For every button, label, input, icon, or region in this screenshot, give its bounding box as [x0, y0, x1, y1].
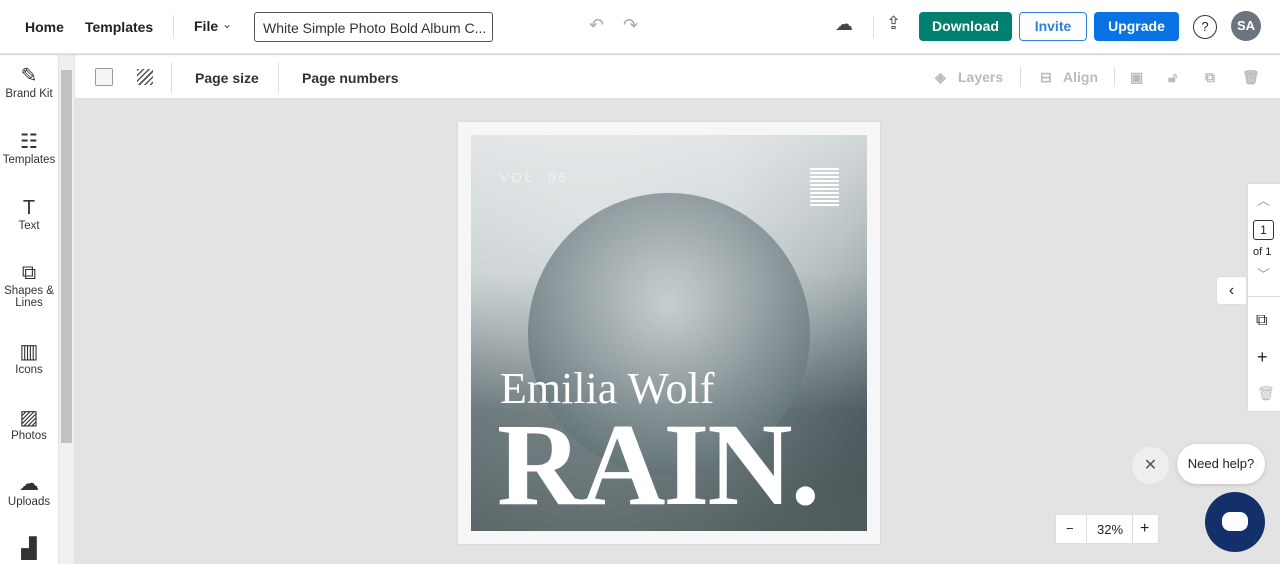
page-navigator: ︿ 1 of 1 ﹀ ⧉ + 🗑︎ — [1247, 183, 1280, 412]
lock-icon[interactable]: 🔓︎ — [1168, 69, 1177, 86]
sidebar-item-photos[interactable]: ▨ Photos — [0, 406, 58, 442]
transparency-icon[interactable] — [137, 69, 153, 85]
rain-photo[interactable]: VOL. 06 Emilia Wolf RAIN. — [471, 135, 867, 531]
cloud-saved-icon[interactable]: ☁ — [835, 14, 853, 35]
undo-icon[interactable]: ↶ — [589, 15, 604, 36]
add-page-icon[interactable]: + — [1257, 347, 1268, 368]
chat-icon — [1222, 512, 1248, 531]
background-color-swatch[interactable] — [95, 68, 113, 86]
page-numbers-button[interactable]: Page numbers — [302, 70, 398, 86]
download-button[interactable]: Download — [919, 12, 1012, 41]
help-icon[interactable]: ? — [1193, 15, 1217, 39]
briefcase-icon: ▥ — [19, 341, 39, 363]
home-link[interactable]: Home — [25, 19, 64, 35]
sidebar-item-charts[interactable]: ▟ — [0, 537, 58, 561]
zoom-out-button[interactable]: − — [1066, 521, 1074, 536]
scrollbar-thumb[interactable] — [61, 70, 72, 443]
redo-icon[interactable]: ↷ — [623, 15, 638, 36]
volume-text[interactable]: VOL. 06 — [500, 170, 569, 185]
sidebar-item-uploads[interactable]: ☁ Uploads — [0, 472, 58, 508]
close-help-icon[interactable]: ✕ — [1132, 447, 1169, 484]
page-number[interactable]: 1 — [1253, 220, 1274, 240]
sidebar-item-brand-kit[interactable]: ✎ Brand Kit — [0, 64, 58, 100]
editor-toolbar: Page size Page numbers ◈ Layers ⊟ Align … — [75, 55, 1280, 99]
avatar[interactable]: SA — [1231, 11, 1261, 41]
sidebar-item-icons[interactable]: ▥ Icons — [0, 340, 58, 376]
chevron-down-icon[interactable]: ﹀ — [1257, 264, 1270, 283]
chevron-down-icon[interactable]: ⌄ — [222, 17, 232, 31]
chevron-up-icon[interactable]: ︿ — [1257, 190, 1270, 209]
divider — [173, 15, 174, 39]
upgrade-button[interactable]: Upgrade — [1094, 12, 1179, 41]
trash-icon[interactable]: 🗑︎ — [1242, 69, 1260, 86]
collapse-panel-chevron-left-icon[interactable]: ‹ — [1216, 276, 1247, 305]
text-icon: T — [22, 197, 36, 219]
group-icon[interactable]: ▣ — [1130, 69, 1143, 86]
top-bar: Home Templates File ⌄ White Simple Photo… — [0, 0, 1280, 54]
align-button[interactable]: Align — [1063, 69, 1098, 85]
design-page[interactable]: VOL. 06 Emilia Wolf RAIN. — [458, 122, 880, 544]
chat-launcher-button[interactable] — [1205, 492, 1265, 552]
duplicate-page-icon[interactable]: ⧉ — [1256, 312, 1267, 330]
layers-icon[interactable]: ◈ — [935, 69, 946, 86]
magic-wand-icon: ✎ — [20, 65, 38, 87]
need-help-bubble[interactable]: Need help? — [1177, 444, 1265, 484]
templates-icon: ☷ — [20, 131, 38, 153]
templates-link[interactable]: Templates — [85, 19, 153, 35]
document-title-input[interactable]: White Simple Photo Bold Album C... — [254, 12, 493, 42]
share-upload-icon[interactable]: ⇪ — [886, 13, 901, 34]
divider — [873, 16, 874, 38]
zoom-level[interactable]: 32% — [1097, 522, 1123, 537]
image-icon: ▨ — [19, 407, 39, 429]
sidebar-scrollbar[interactable] — [59, 55, 74, 564]
layers-button[interactable]: Layers — [958, 69, 1003, 85]
divider — [171, 63, 172, 93]
zoom-in-button[interactable]: + — [1140, 520, 1149, 538]
page-count: of 1 — [1253, 246, 1272, 258]
album-title-text[interactable]: RAIN. — [497, 397, 820, 531]
divider — [1020, 67, 1021, 87]
sidebar-item-templates[interactable]: ☷ Templates — [0, 130, 58, 166]
invite-button[interactable]: Invite — [1019, 12, 1087, 41]
upload-cloud-icon: ☁ — [19, 473, 39, 495]
page-size-button[interactable]: Page size — [195, 70, 259, 86]
lines-graphic[interactable] — [810, 168, 839, 208]
shapes-icon: ⧉ — [21, 262, 37, 284]
zoom-control: − 32% + — [1055, 514, 1159, 544]
chart-icon: ▟ — [21, 538, 37, 560]
file-menu[interactable]: File — [194, 18, 218, 34]
sidebar: ✎ Brand Kit ☷ Templates T Text ⧉ Shapes & Li… — [0, 55, 58, 564]
delete-page-icon[interactable]: 🗑︎ — [1257, 385, 1275, 402]
divider — [278, 63, 279, 93]
sidebar-item-shapes[interactable]: ⧉ Shapes & Lines — [0, 261, 58, 309]
divider — [1114, 67, 1115, 87]
duplicate-icon[interactable]: ⧉ — [1205, 69, 1215, 86]
align-icon[interactable]: ⊟ — [1040, 69, 1052, 86]
sidebar-item-text[interactable]: T Text — [0, 196, 58, 232]
